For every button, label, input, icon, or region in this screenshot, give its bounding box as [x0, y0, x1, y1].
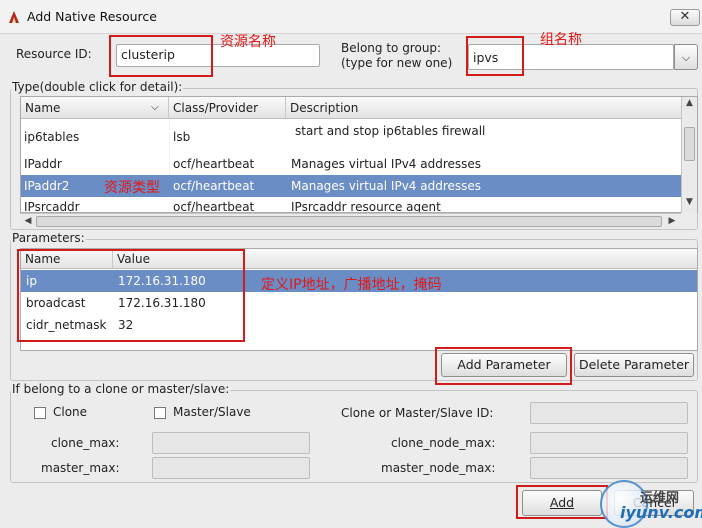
column-header-name[interactable]: Name ⌵: [21, 97, 169, 119]
scroll-right-arrow-icon[interactable]: ▶: [666, 216, 678, 228]
table-row[interactable]: IPsrcaddr ocf/heartbeat IPsrcaddr resour…: [21, 197, 681, 213]
parameters-legend: Parameters:: [11, 231, 86, 245]
clone-legend: If belong to a clone or master/slave:: [11, 382, 231, 396]
row-description: Manages virtual IPv4 addresses: [291, 179, 482, 193]
scroll-thumb-horizontal[interactable]: [36, 216, 662, 227]
master-max-label: master_max:: [41, 461, 120, 475]
row-provider: ocf/heartbeat: [173, 200, 255, 213]
type-vertical-scrollbar[interactable]: ▲ ▼: [681, 97, 697, 213]
column-header-provider[interactable]: Class/Provider: [169, 97, 286, 119]
delete-parameter-button[interactable]: Delete Parameter: [574, 353, 694, 377]
window-title: Add Native Resource: [27, 9, 157, 24]
annotation-params-note: 定义IP地址，广播地址，掩码: [261, 277, 442, 293]
annotation-box-parameters: [17, 249, 245, 342]
close-button[interactable]: ✕: [670, 9, 700, 26]
resource-id-label: Resource ID:: [16, 47, 92, 61]
scroll-left-arrow-icon[interactable]: ◀: [22, 216, 34, 228]
clone-id-input[interactable]: [530, 402, 688, 424]
group-label-line2: (type for new one): [341, 56, 453, 70]
column-header-description[interactable]: Description: [286, 97, 681, 119]
row-name: IPaddr: [24, 157, 62, 171]
clone-node-max-label: clone_node_max:: [391, 436, 496, 450]
master-node-max-label: master_node_max:: [381, 461, 496, 475]
watermark-line2: iyunv.com: [620, 503, 702, 522]
clone-checkbox[interactable]: [34, 407, 46, 419]
clone-max-input[interactable]: [152, 432, 310, 454]
scroll-down-arrow-icon[interactable]: ▼: [683, 197, 696, 209]
type-horizontal-scrollbar[interactable]: ◀ ▶: [20, 213, 681, 229]
row-description: start and stop ip6tables firewall: [295, 124, 486, 138]
row-provider: ocf/heartbeat: [173, 157, 255, 171]
master-slave-checkbox[interactable]: [154, 407, 166, 419]
sort-chevron-icon: ⌵: [151, 102, 159, 113]
annotation-box-add: [516, 485, 608, 519]
scroll-thumb[interactable]: [684, 127, 695, 161]
master-max-input[interactable]: [152, 457, 310, 479]
table-row[interactable]: ip6tables lsb start and stop ip6tables f…: [21, 120, 681, 153]
row-name: IPsrcaddr: [24, 200, 80, 213]
row-description: IPsrcaddr resource agent: [291, 200, 441, 213]
table-row[interactable]: IPaddr ocf/heartbeat Manages virtual IPv…: [21, 153, 681, 175]
type-legend: Type(double click for detail):: [11, 80, 184, 94]
row-provider: lsb: [173, 130, 191, 144]
row-provider: ocf/heartbeat: [173, 179, 255, 193]
clone-id-label: Clone or Master/Slave ID:: [341, 406, 494, 420]
type-table-header: Name ⌵ Class/Provider Description: [21, 97, 681, 119]
clone-max-label: clone_max:: [51, 436, 120, 450]
master-slave-label: Master/Slave: [173, 405, 251, 419]
clone-node-max-input[interactable]: [530, 432, 688, 454]
column-divider: [169, 120, 170, 175]
annotation-resource-type: 资源类型: [104, 180, 160, 196]
master-node-max-input[interactable]: [530, 457, 688, 479]
chevron-down-icon: ⌵: [681, 51, 691, 64]
row-description: Manages virtual IPv4 addresses: [291, 157, 482, 171]
annotation-box-resource-id: [109, 35, 213, 77]
group-dropdown-button[interactable]: ⌵: [674, 44, 698, 70]
clone-label: Clone: [53, 405, 88, 419]
group-label-line1: Belong to group:: [341, 41, 442, 55]
row-name: ip6tables: [24, 130, 80, 144]
app-icon: [9, 11, 19, 23]
scroll-up-arrow-icon[interactable]: ▲: [683, 98, 696, 110]
annotation-group-name: 组名称: [540, 32, 582, 48]
annotation-resource-name: 资源名称: [220, 34, 276, 50]
annotation-box-add-parameter: [435, 347, 572, 385]
annotation-box-group: [466, 36, 524, 76]
row-name: IPaddr2: [24, 179, 70, 193]
